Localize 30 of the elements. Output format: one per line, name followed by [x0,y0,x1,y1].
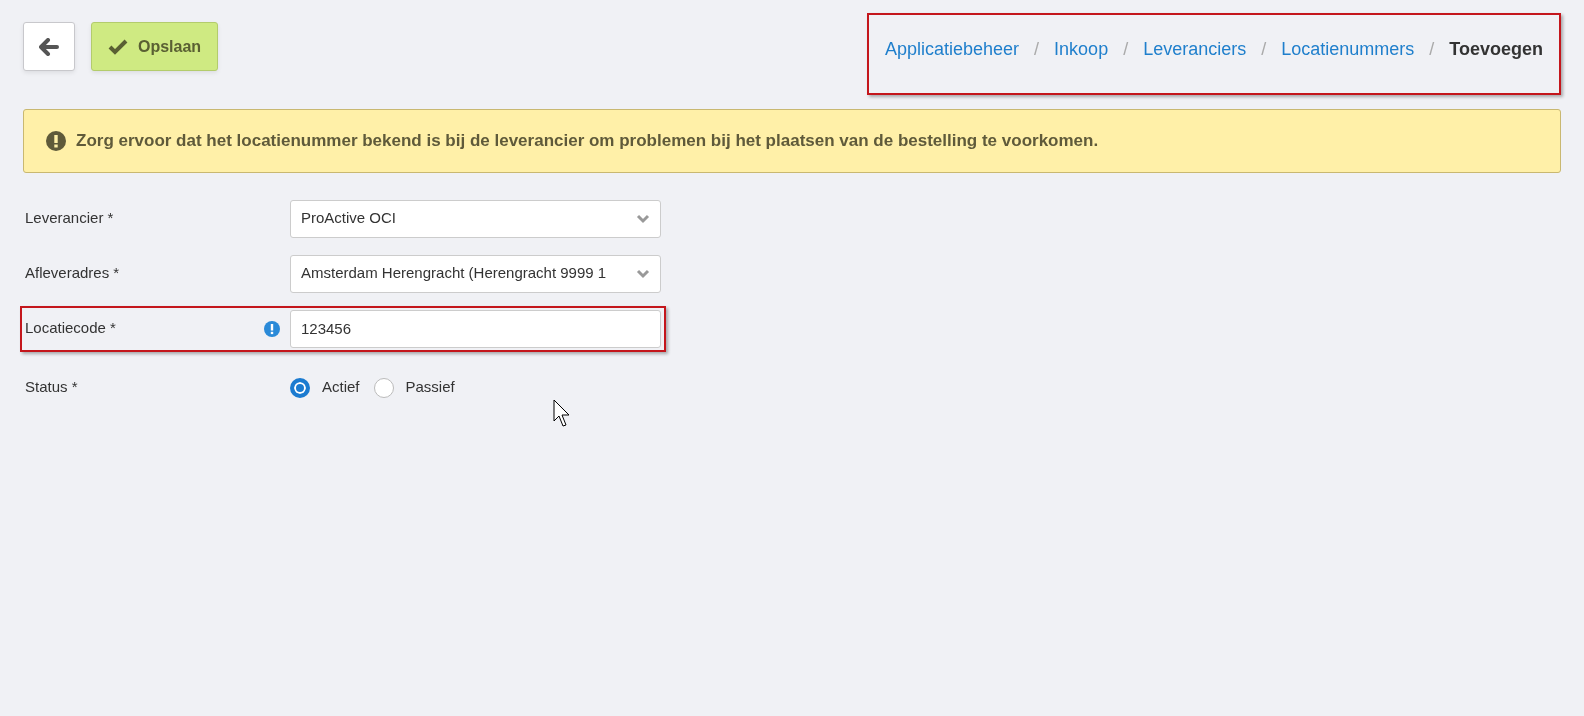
radio-label: Actief [322,377,360,398]
save-button[interactable]: Opslaan [91,22,219,71]
breadcrumb-current: Toevoegen [1449,38,1543,61]
field-label: Afleveradres * [25,263,120,284]
select-value: ProActive OCI [301,208,397,229]
radio-label: Passief [405,377,455,398]
breadcrumb-link[interactable]: Applicatiebeheer [884,36,1020,63]
radio-button[interactable] [373,377,394,398]
breadcrumb-link[interactable]: Leveranciers [1143,36,1247,63]
field-label: Leverancier * [25,208,114,229]
checkmark-icon [108,38,128,55]
breadcrumb-separator: / [1428,38,1436,61]
select-field[interactable]: ProActive OCI [290,199,661,238]
select-value: Amsterdam Herengracht (Herengracht 9999 1 [301,263,607,284]
chevron-down-icon [636,213,650,224]
back-button[interactable] [23,22,75,71]
breadcrumb-separator: / [1033,38,1041,61]
chevron-down-icon [636,268,650,279]
exclamation-icon [46,130,66,151]
arrow-left-icon [39,37,59,56]
field-label: Status * [25,377,78,398]
breadcrumb-separator: / [1122,38,1130,61]
breadcrumb-separator: / [1260,38,1268,61]
breadcrumb-link[interactable]: Inkoop [1054,36,1109,63]
input-field[interactable]: 123456 [290,309,661,348]
alert-text: Zorg ervoor dat het locatienummer bekend is bij de leverancier om problemen bij het plaatsen van de bestelling te voorkomen. [76,130,1099,152]
breadcrumb-link[interactable]: Locatienummers [1281,36,1415,63]
field-label: Locatiecode * [25,318,116,339]
radio-button[interactable] [290,377,310,398]
select-field[interactable]: Amsterdam Herengracht (Herengracht 9999 1 [290,254,661,293]
